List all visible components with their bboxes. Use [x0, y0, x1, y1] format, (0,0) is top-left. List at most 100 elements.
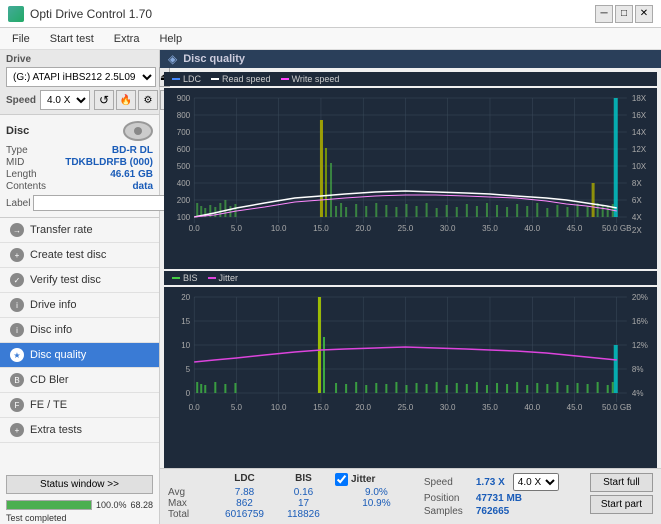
svg-text:10.0: 10.0	[271, 224, 287, 233]
status-window-button[interactable]: Status window >>	[6, 475, 153, 494]
refresh-button[interactable]: ↺	[94, 90, 114, 110]
svg-text:35.0: 35.0	[482, 403, 498, 412]
disc-mid-row: MID TDKBLDRFB (000)	[6, 157, 153, 168]
nav-disc-info[interactable]: i Disc info	[0, 318, 159, 343]
drive-selector[interactable]: (G:) ATAPI iHBS212 2.5L09	[6, 67, 156, 87]
svg-text:0.0: 0.0	[189, 224, 201, 233]
disc-mid-value: TDKBLDRFB (000)	[65, 157, 153, 168]
svg-text:10X: 10X	[632, 162, 647, 171]
chart-title-icon: ◈	[168, 52, 177, 66]
minimize-button[interactable]: ─	[595, 5, 613, 23]
disc-type-label: Type	[6, 145, 28, 156]
maximize-button[interactable]: □	[615, 5, 633, 23]
sidebar: Drive (G:) ATAPI iHBS212 2.5L09 ⏏ Speed …	[0, 50, 160, 524]
burn-button[interactable]: 🔥	[116, 90, 136, 110]
speed-stat-label: Speed	[424, 477, 472, 488]
drive-label: Drive	[6, 54, 153, 65]
start-buttons: Start full Start part	[590, 473, 653, 514]
disc-mid-label: MID	[6, 157, 24, 168]
speed-stat-selector[interactable]: 4.0 X	[513, 473, 559, 491]
menu-start-test[interactable]: Start test	[46, 32, 98, 46]
nav-verify-test-disc[interactable]: ✓ Verify test disc	[0, 268, 159, 293]
nav-transfer-rate[interactable]: → Transfer rate	[0, 218, 159, 243]
legend-read-speed: Read speed	[211, 74, 271, 84]
position-label: Position	[424, 493, 472, 504]
nav-fe-te[interactable]: F FE / TE	[0, 393, 159, 418]
svg-text:12%: 12%	[632, 341, 648, 350]
legend-ldc: LDC	[172, 74, 201, 84]
nav-extra-tests[interactable]: + Extra tests	[0, 418, 159, 443]
svg-text:16%: 16%	[632, 317, 648, 326]
jitter-checkbox[interactable]	[335, 473, 348, 486]
cd-bler-icon: B	[10, 373, 24, 387]
titlebar-left: Opti Drive Control 1.70	[8, 6, 152, 22]
nav-cd-bler[interactable]: B CD Bler	[0, 368, 159, 393]
svg-text:20.0: 20.0	[355, 403, 371, 412]
avg-jitter: 9.0%	[335, 487, 418, 498]
start-part-button[interactable]: Start part	[590, 495, 653, 514]
status-bar-btn-container: Status window >>	[6, 475, 153, 494]
total-label: Total	[168, 509, 213, 520]
legend-bis: BIS	[172, 273, 198, 283]
svg-text:0: 0	[186, 389, 191, 398]
speed-label: Speed	[6, 95, 36, 106]
position-row: Position 47731 MB	[424, 493, 584, 504]
max-label: Max	[168, 498, 213, 509]
svg-text:8X: 8X	[632, 179, 642, 188]
max-row: Max 862 17 10.9%	[168, 498, 418, 509]
svg-text:4%: 4%	[632, 389, 644, 398]
legend-jitter-dot	[208, 277, 216, 279]
chart-title-bar: ◈ Disc quality	[160, 50, 661, 68]
speed-selector[interactable]: 4.0 X	[40, 90, 90, 110]
status-section: Status window >> 100.0% 68.28 Test compl…	[0, 471, 159, 524]
svg-text:45.0: 45.0	[567, 224, 583, 233]
progress-fill	[7, 501, 91, 509]
svg-text:16X: 16X	[632, 111, 647, 120]
progress-row: 100.0% 68.28	[0, 498, 159, 512]
start-full-button[interactable]: Start full	[590, 473, 653, 492]
nav-create-test-disc[interactable]: + Create test disc	[0, 243, 159, 268]
legend-bis-dot	[172, 277, 180, 279]
svg-text:8%: 8%	[632, 365, 644, 374]
max-bis: 17	[276, 498, 331, 509]
jitter-header: Jitter	[335, 473, 418, 486]
app-icon	[8, 6, 24, 22]
disc-label-input[interactable]	[33, 195, 171, 211]
samples-label: Samples	[424, 506, 472, 517]
svg-text:500: 500	[177, 162, 191, 171]
svg-text:600: 600	[177, 145, 191, 154]
options-button[interactable]: ⚙	[138, 90, 158, 110]
col-empty	[168, 473, 213, 486]
close-button[interactable]: ✕	[635, 5, 653, 23]
svg-text:100: 100	[177, 213, 191, 222]
speed-stat-value: 1.73 X	[476, 477, 505, 488]
bottom-chart-svg: 20 15 10 5 0 20% 16% 12% 8% 4% 0.0 5.0 1…	[164, 287, 657, 417]
avg-bis: 0.16	[276, 487, 331, 498]
disc-length-label: Length	[6, 169, 37, 180]
svg-text:20: 20	[181, 293, 190, 302]
svg-text:900: 900	[177, 94, 191, 103]
menu-help[interactable]: Help	[155, 32, 186, 46]
bottom-chart-legend: BIS Jitter	[164, 271, 657, 285]
chart-title: Disc quality	[183, 53, 245, 65]
nav-disc-quality[interactable]: ★ Disc quality	[0, 343, 159, 368]
nav-drive-info[interactable]: i Drive info	[0, 293, 159, 318]
svg-text:50.0 GB: 50.0 GB	[602, 224, 632, 233]
menu-extra[interactable]: Extra	[110, 32, 144, 46]
svg-text:800: 800	[177, 111, 191, 120]
svg-text:15.0: 15.0	[313, 224, 329, 233]
svg-text:50.0 GB: 50.0 GB	[602, 403, 632, 412]
disc-panel: Disc Type BD-R DL MID TDKBLDRFB (000) Le…	[0, 115, 159, 218]
disc-quality-icon: ★	[10, 348, 24, 362]
disc-contents-value: data	[132, 181, 153, 192]
svg-text:30.0: 30.0	[440, 224, 456, 233]
titlebar-controls: ─ □ ✕	[595, 5, 653, 23]
content-area: ◈ Disc quality LDC Read speed Write spee…	[160, 50, 661, 524]
disc-contents-label: Contents	[6, 181, 46, 192]
nav-items: → Transfer rate + Create test disc ✓ Ver…	[0, 218, 159, 471]
main-layout: Drive (G:) ATAPI iHBS212 2.5L09 ⏏ Speed …	[0, 50, 661, 524]
svg-text:10.0: 10.0	[271, 403, 287, 412]
svg-text:400: 400	[177, 179, 191, 188]
transfer-rate-icon: →	[10, 223, 24, 237]
menu-file[interactable]: File	[8, 32, 34, 46]
